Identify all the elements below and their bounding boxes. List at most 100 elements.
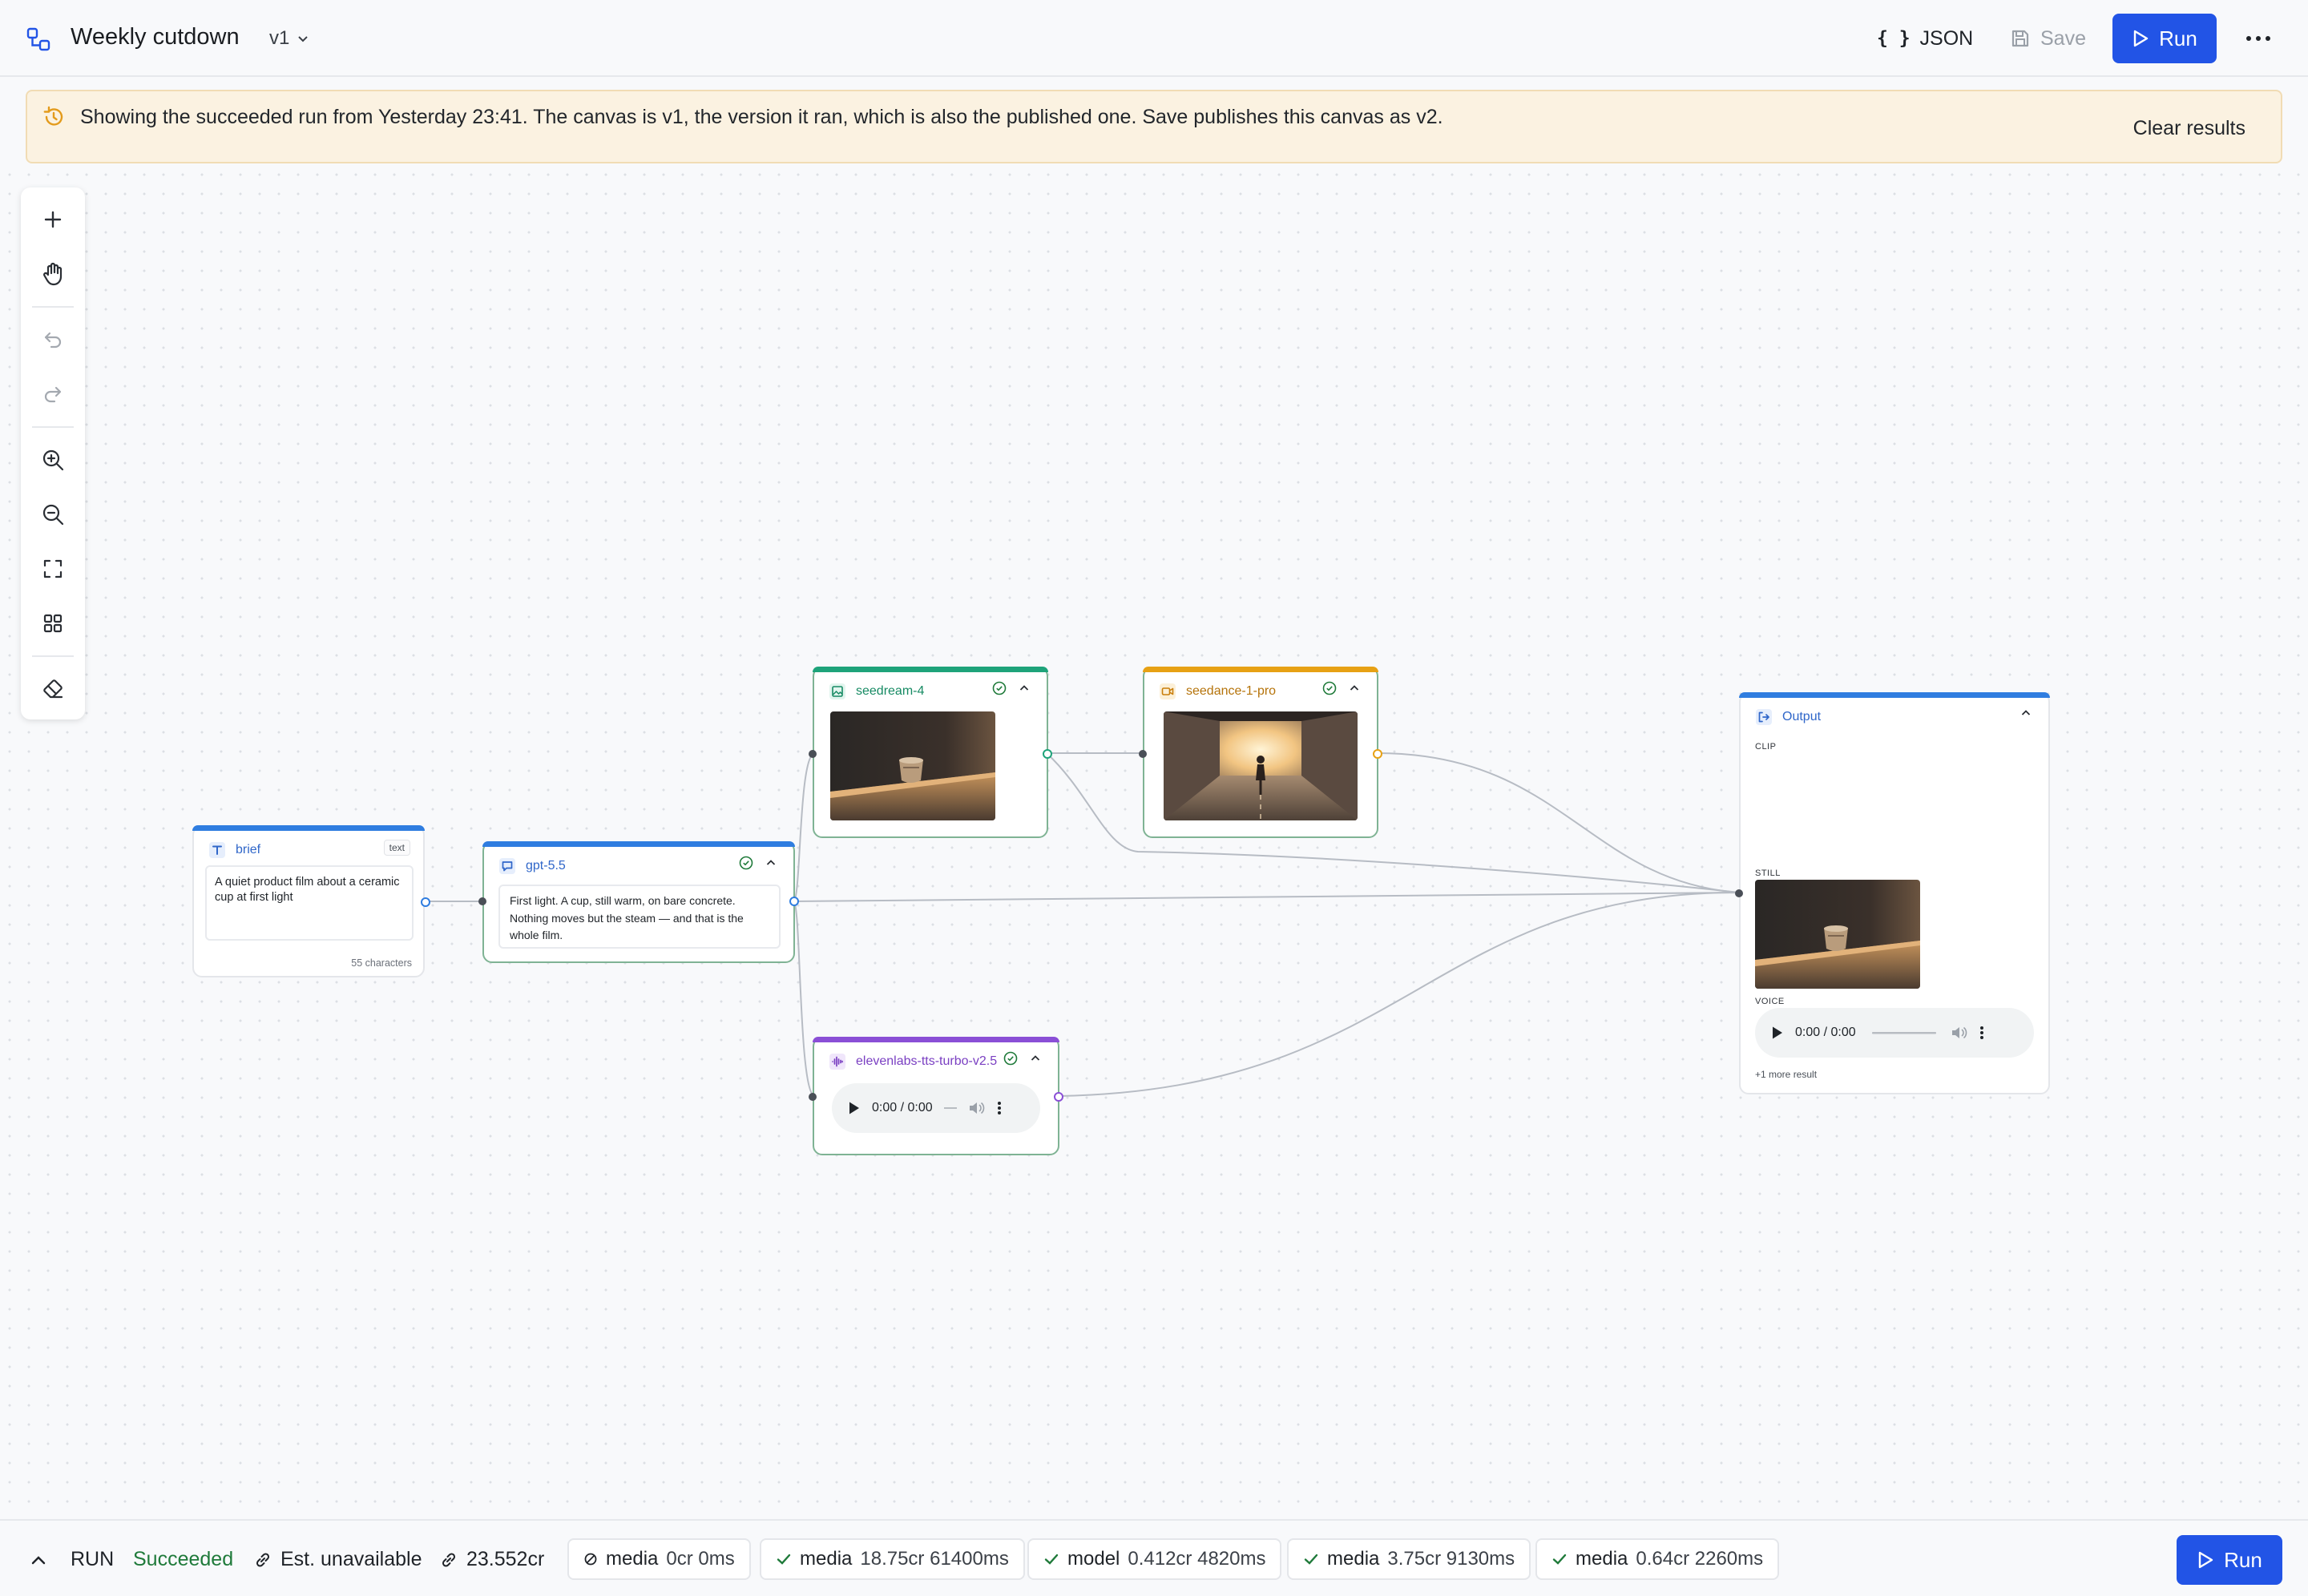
collapse-icon[interactable] [1348,682,1361,695]
step-chip[interactable]: model 0.412cr 4820ms [1027,1538,1282,1580]
fullscreen-icon [43,559,63,578]
run-button-header[interactable]: Run [2112,14,2217,63]
zoom-in-button[interactable] [32,439,74,481]
chevron-down-icon [298,36,309,42]
output-port[interactable] [1043,749,1052,759]
input-port[interactable] [809,1093,817,1101]
eraser-icon [43,679,63,699]
progress-track[interactable] [1867,1030,1939,1035]
input-port[interactable] [1735,889,1743,897]
json-button[interactable]: { } JSON [1864,18,1986,59]
play-icon[interactable] [1771,1026,1784,1040]
check-circle-icon [1003,1051,1018,1066]
canvas-toolbar [21,187,85,719]
input-port[interactable] [478,897,486,905]
add-node-button[interactable] [32,199,74,240]
generated-video-frame[interactable] [1164,711,1358,820]
more-horizontal-icon [2246,36,2270,41]
step-detail: 18.75cr 61400ms [860,1548,1009,1570]
node-accent-bar [813,667,1048,672]
banner-message: Showing the succeeded run from Yesterday… [80,106,1443,128]
output-port[interactable] [1373,749,1382,759]
video-icon [1160,683,1176,699]
node-accent-bar [1143,667,1378,672]
volume-icon[interactable] [1951,1025,1968,1041]
output-label-voice: VOICE [1755,997,1785,1006]
redo-icon [44,386,62,403]
node-seedance[interactable]: seedance-1-pro [1139,667,1382,838]
top-bar: Weekly cutdown v1 { } JSON Save Run [0,0,2308,77]
play-icon [2198,1551,2213,1569]
toolbar-divider [32,306,74,308]
ban-icon [584,1553,597,1566]
plus-icon [44,211,62,228]
toolbar-divider [32,426,74,428]
generated-image-cup[interactable] [830,711,995,820]
collapse-icon[interactable] [2020,707,2032,719]
step-chip[interactable]: media 0.64cr 2260ms [1535,1538,1780,1580]
brief-textarea[interactable]: A quiet product film about a ceramic cup… [205,865,414,941]
collapse-icon[interactable] [765,856,777,869]
output-label-still: STILL [1755,869,1781,878]
version-label: v1 [269,27,290,49]
audio-wave-icon [829,1054,845,1070]
estimate-text: Est. unavailable [280,1548,422,1570]
node-status [2020,707,2032,719]
node-title: gpt-5.5 [526,859,566,873]
output-port[interactable] [1054,1092,1063,1102]
hand-icon [43,262,63,286]
zoom-in-icon [42,449,64,471]
workflow-icon [26,27,50,51]
pan-tool-button[interactable] [32,253,74,295]
save-button[interactable]: Save [1999,18,2097,59]
input-port[interactable] [1139,750,1147,758]
run-button-label: Run [2224,1547,2262,1572]
collapse-icon[interactable] [1029,1052,1042,1065]
node-seedream[interactable]: seedream-4 [809,667,1052,838]
node-brief[interactable]: brief text A quiet product film about a … [192,825,430,977]
output-port[interactable] [789,897,799,906]
chevron-up-icon[interactable] [26,1548,51,1574]
node-gpt[interactable]: gpt-5.5 First light. A cup, still warm, … [478,841,799,963]
clear-results-button[interactable]: Clear results [2133,117,2245,140]
save-button-label: Save [2040,26,2086,50]
step-kind: model [1067,1548,1120,1570]
node-title: seedance-1-pro [1186,684,1277,698]
credits-text: 23.552cr [466,1548,545,1570]
export-icon [1756,709,1772,725]
auto-layout-button[interactable] [32,603,74,644]
check-circle-icon [739,856,753,870]
node-tts[interactable]: elevenlabs-tts-turbo-v2.5 0:00 / 0:00 [809,1037,1063,1155]
output-audio-player[interactable]: 0:00 / 0:00 [1755,1008,2034,1058]
run-button-footer[interactable]: Run [2177,1535,2282,1585]
input-port[interactable] [809,750,817,758]
json-button-label: JSON [1919,26,1974,50]
fit-view-button[interactable] [32,548,74,590]
node-status [739,856,777,870]
version-select[interactable]: v1 [269,27,310,50]
output-still-image[interactable] [1755,880,1920,989]
collapse-icon[interactable] [1018,682,1031,695]
more-results-link[interactable]: +1 more result [1755,1069,1817,1080]
zoom-out-icon [42,504,64,526]
braces-icon: { } [1877,28,1911,49]
zoom-out-button[interactable] [32,494,74,535]
check-icon [1044,1554,1059,1565]
step-chip[interactable]: media 0cr 0ms [567,1538,751,1580]
more-vertical-icon[interactable] [1979,1025,1984,1041]
play-icon[interactable] [848,1101,861,1115]
undo-button[interactable] [32,319,74,361]
audio-player[interactable]: 0:00 / 0:00 [832,1083,1040,1133]
node-type-badge: text [383,840,410,856]
progress-track[interactable] [943,1106,957,1110]
redo-button[interactable] [32,373,74,415]
more-vertical-icon[interactable] [997,1100,1002,1116]
run-status-bar: RUN Succeeded Est. unavailable 23.552cr … [0,1519,2308,1596]
volume-icon[interactable] [968,1100,986,1116]
output-port[interactable] [421,897,430,907]
node-output[interactable]: Output CLIP STILL VOICE 0:00 / 0:00 +1 m… [1735,692,2050,1094]
step-chip[interactable]: media 18.75cr 61400ms [760,1538,1025,1580]
more-menu-button[interactable] [2242,22,2274,54]
step-chip[interactable]: media 3.75cr 9130ms [1287,1538,1531,1580]
clear-canvas-button[interactable] [32,668,74,710]
